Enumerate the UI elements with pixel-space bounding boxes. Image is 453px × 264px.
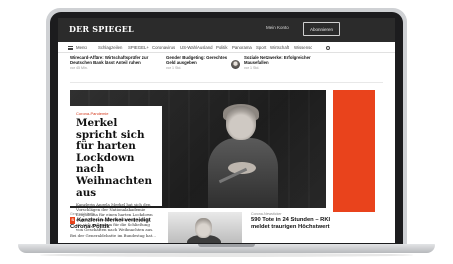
subscribe-button[interactable]: Abonnieren [303, 22, 341, 36]
article-teaser: Bei der Generaldebatte im Bundestag hat.… [70, 233, 156, 239]
article-image-head [195, 218, 212, 238]
nav-item-politik[interactable]: Politik [216, 45, 227, 50]
nav-item-spiegelplus[interactable]: SPIEGEL+ [128, 45, 149, 50]
top-story-meta: vor 1 Std. [244, 66, 260, 71]
laptop-screen: DER SPIEGEL Mein Konto Abonnieren Menü S… [58, 18, 395, 243]
account-link[interactable]: Mein Konto [266, 25, 289, 30]
top-story-title: Wirecard-Affäre: Wirtschaftsprüfer zur D… [70, 55, 149, 66]
article-headline-text: Kanzlerin Merkel verteidigt Corona-Polit… [70, 217, 151, 231]
nav-item-uswahl[interactable]: US-Wahl [180, 45, 197, 50]
nav-item-wirtschaft[interactable]: Wirtschaft [270, 45, 289, 50]
top-story-meta: vor 45 Min. [70, 66, 88, 71]
top-story-title: Gender Budgeting: Gerechtes Geld ausgebe… [166, 55, 228, 66]
nav-item-sport[interactable]: Sport [256, 45, 266, 50]
article-headline: 590 Tote in 24 Stunden – RKI meldet trau… [251, 217, 331, 230]
hero-article[interactable]: Corona-Pandemie Merkel spricht sich für … [70, 106, 162, 232]
divider [70, 82, 383, 83]
search-icon[interactable] [326, 45, 330, 50]
article-kicker: Generaldebatte [70, 212, 95, 216]
nav-item-headlines[interactable]: Schlagzeilen [98, 45, 122, 50]
top-story[interactable]: Gender Budgeting: Gerechtes Geld ausgebe… [166, 55, 228, 95]
spiegel-plus-badge: S [70, 217, 76, 224]
nav-item-panorama[interactable]: Panorama [232, 45, 252, 50]
nav-item-menu[interactable]: Menü [76, 45, 87, 50]
nav-item-coronavirus[interactable]: Coronavirus [152, 45, 175, 50]
nav-item-wissenschaft[interactable]: Wissenschaft [294, 45, 312, 50]
main-nav: Menü Schlagzeilen SPIEGEL+ Coronavirus U… [58, 42, 395, 53]
nav-item-ausland[interactable]: Ausland [197, 45, 213, 50]
hero-kicker: Corona-Pandemie [76, 111, 109, 116]
ad-banner[interactable] [333, 90, 375, 212]
site-logo[interactable]: DER SPIEGEL [69, 24, 134, 34]
site-header: DER SPIEGEL Mein Konto Abonnieren [58, 18, 395, 42]
article-kicker: Corona-Newsticker [251, 212, 282, 216]
article-card[interactable]: Generaldebatte S Kanzlerin Merkel verteid… [70, 212, 162, 242]
article-image[interactable] [168, 212, 242, 243]
laptop-notch [198, 244, 255, 247]
top-story-meta: vor 1 Std. [166, 66, 182, 71]
hero-headline[interactable]: Merkel spricht sich für harten Lockdown … [76, 117, 156, 199]
article-headline: S Kanzlerin Merkel verteidigt Corona-Poli… [70, 217, 162, 231]
article-card[interactable]: Corona-Newsticker 590 Tote in 24 Stunden… [251, 212, 331, 242]
top-story-title: Soziale Netzwerke: Erfolgreicher Mausefa… [244, 55, 311, 66]
hero-image-head [226, 106, 256, 140]
top-story[interactable]: Wirecard-Affäre: Wirtschaftsprüfer zur D… [70, 55, 154, 95]
hamburger-icon[interactable] [68, 45, 73, 50]
laptop-shadow [40, 253, 413, 257]
hero-image-person [208, 104, 278, 208]
author-avatar [231, 60, 240, 69]
top-story[interactable]: Soziale Netzwerke: Erfolgreicher Mausefa… [244, 55, 324, 95]
